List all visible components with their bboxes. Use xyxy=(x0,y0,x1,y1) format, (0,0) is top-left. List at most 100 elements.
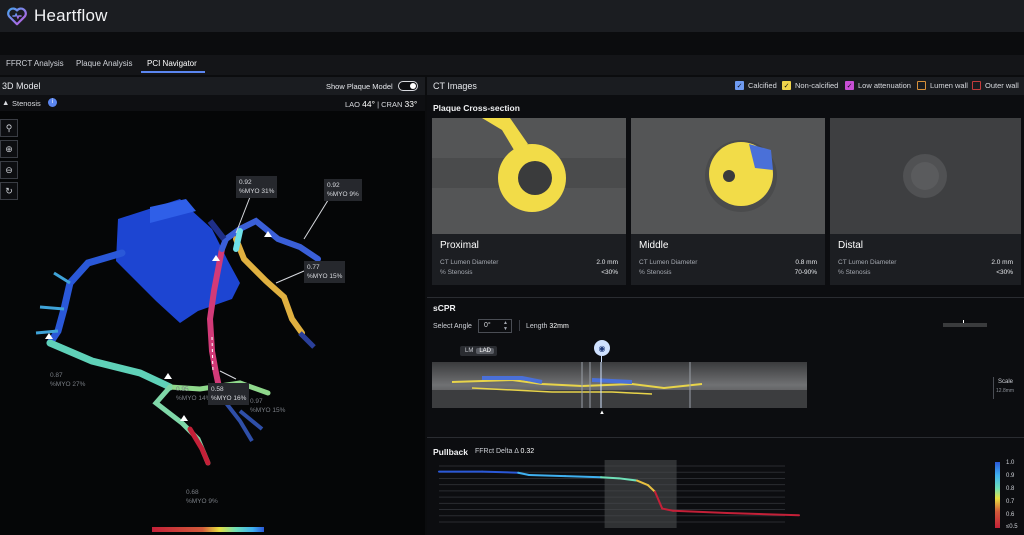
coronary-tree-render[interactable] xyxy=(0,111,425,535)
legend-lumen-wall[interactable]: Lumen wall xyxy=(917,81,968,90)
ffr-value: 0.77 xyxy=(307,264,320,271)
tab-ffrct-analysis[interactable]: FFRCT Analysis xyxy=(6,59,64,68)
stenosis-marker-icon: ▲ xyxy=(2,98,10,107)
pullback-line-segment xyxy=(672,509,728,515)
scpr-title: sCPR xyxy=(433,303,456,313)
stepper-down-icon[interactable]: ▼ xyxy=(503,326,508,332)
pullback-line-segment xyxy=(726,512,800,517)
angle-value: 0° xyxy=(484,322,491,329)
stenosis-marker-icon[interactable] xyxy=(180,415,188,421)
tab-plaque-analysis[interactable]: Plaque Analysis xyxy=(76,59,132,68)
pullback-chart[interactable] xyxy=(433,460,805,528)
stenosis-label: % Stenosis xyxy=(440,269,473,276)
vessel-label-lad-prox[interactable]: 0.92 %MYO 31% xyxy=(236,176,278,198)
ffr-value: 0.58 xyxy=(211,386,224,393)
cross-section-card-distal[interactable]: Distal CT Lumen Diameter 2.0 mm % Stenos… xyxy=(830,118,1021,285)
legend-outer-wall[interactable]: Outer wall xyxy=(972,81,1019,90)
calcified-checkbox[interactable]: ✓ xyxy=(735,81,744,90)
stenosis-row: % Stenosis 70-90% xyxy=(639,269,817,276)
legend-calcified[interactable]: ✓ Calcified xyxy=(735,81,777,90)
rca-proximal xyxy=(46,249,126,347)
stenosis-marker-icon[interactable] xyxy=(164,373,172,379)
pullback-highlight-region xyxy=(604,460,677,528)
show-plaque-toggle[interactable] xyxy=(398,81,418,91)
ct-panel-title: CT Images xyxy=(433,81,477,91)
pullback-line-segment xyxy=(564,475,602,479)
stenosis-row: % Stenosis <30% xyxy=(838,269,1013,276)
model-subheader: ▲ Stenosis i LAO 44° | CRAN 33° xyxy=(0,95,425,111)
low-attenuation-checkbox[interactable]: ✓ xyxy=(845,81,854,90)
lumen-label: CT Lumen Diameter xyxy=(440,259,499,266)
myo-value: %MYO 9% xyxy=(186,498,218,505)
legend-label: Low attenuation xyxy=(858,81,911,90)
vessel-label-rca[interactable]: 0.87 %MYO 27% xyxy=(50,371,85,389)
scpr-position-marker-icon: ▲ xyxy=(599,410,605,416)
vessel-tag-lm: LM xyxy=(465,348,474,354)
scale-tick: 0.8 xyxy=(1006,486,1015,492)
delta-label: FFRct Delta Δ xyxy=(475,448,519,455)
ffr-value: 0.97 xyxy=(250,398,263,405)
myo-value: %MYO 16% xyxy=(211,395,247,402)
active-tab-indicator xyxy=(141,71,205,73)
pullback-line-segment xyxy=(600,476,620,480)
ct-image-proximal xyxy=(432,118,626,234)
heart-logo-icon xyxy=(7,7,27,26)
stenosis-label: % Stenosis xyxy=(838,269,871,276)
pullback-color-scale xyxy=(995,462,1000,528)
vessel-label-pda[interactable]: 0.68 %MYO 9% xyxy=(186,488,218,506)
vessel-label-om[interactable]: 0.97 %MYO 15% xyxy=(250,397,285,415)
lao-label: LAO xyxy=(345,100,361,109)
info-icon[interactable]: i xyxy=(48,98,57,107)
cross-section-card-middle[interactable]: Middle CT Lumen Diameter 0.8 mm % Stenos… xyxy=(631,118,825,285)
angle-stepper[interactable]: 0° ▲ ▼ xyxy=(478,319,512,333)
main-tabs: FFRCT Analysis Plaque Analysis PCI Navig… xyxy=(0,55,1024,75)
cross-section-card-proximal[interactable]: Proximal CT Lumen Diameter 2.0 mm % Sten… xyxy=(432,118,626,285)
scale-tick: ≤0.5 xyxy=(1006,524,1018,530)
scpr-minimap[interactable] xyxy=(943,320,987,330)
vessel-label-lad-mid[interactable]: 0.58 %MYO 16% xyxy=(208,383,250,405)
legend-label: Lumen wall xyxy=(930,81,968,90)
vessel-label-pl[interactable]: 0.95 %MYO 14% xyxy=(176,385,211,403)
legend-label: Calcified xyxy=(748,81,777,90)
cran-value: 33° xyxy=(404,99,418,109)
outer-wall-checkbox[interactable] xyxy=(972,81,981,90)
cran-label: CRAN xyxy=(381,100,403,109)
lumen-label: CT Lumen Diameter xyxy=(838,259,897,266)
legend-low-attenuation[interactable]: ✓ Low attenuation xyxy=(845,81,911,90)
ffr-value: 0.92 xyxy=(327,182,340,189)
left-main xyxy=(233,228,243,252)
ffr-value: 0.68 xyxy=(186,489,199,496)
view-toggle-button[interactable]: ◉ xyxy=(594,340,610,356)
cross-section-title: Plaque Cross-section xyxy=(433,103,520,113)
tab-pci-navigator[interactable]: PCI Navigator xyxy=(147,59,197,68)
stenosis-label: % Stenosis xyxy=(639,269,672,276)
select-angle-label: Select Angle xyxy=(433,323,472,330)
vessel-tag-lad: LAD xyxy=(476,348,495,354)
non-calcified-checkbox[interactable]: ✓ xyxy=(782,81,791,90)
lumen-wall-checkbox[interactable] xyxy=(917,81,926,90)
lumen-diameter-row: CT Lumen Diameter 0.8 mm xyxy=(639,259,817,266)
toolbar-divider xyxy=(519,320,520,331)
label-leader xyxy=(275,270,305,284)
vessel-tag[interactable]: LM LAD xyxy=(460,346,497,356)
lumen-value: 0.8 mm xyxy=(795,259,817,266)
diagonal-distal xyxy=(298,331,316,349)
vessel-label-diagonal[interactable]: 0.77 %MYO 15% xyxy=(304,261,346,283)
scale-bar xyxy=(993,377,994,399)
card-title: Distal xyxy=(838,240,864,251)
legend-label: Non-calcified xyxy=(795,81,839,90)
scale-label: Scale xyxy=(998,379,1014,385)
stenosis-value: <30% xyxy=(996,269,1013,276)
app-logo[interactable]: Heartflow xyxy=(6,5,108,27)
lumen-diameter-row: CT Lumen Diameter 2.0 mm xyxy=(838,259,1013,266)
section-divider xyxy=(427,297,1024,298)
vessel-label-lcx[interactable]: 0.92 %MYO 9% xyxy=(324,179,362,201)
card-title: Middle xyxy=(639,240,669,251)
myo-value: %MYO 15% xyxy=(250,407,286,414)
legend-non-calcified[interactable]: ✓ Non-calcified xyxy=(782,81,838,90)
scpr-image[interactable] xyxy=(432,362,807,408)
label-leader xyxy=(303,196,331,240)
card-title: Proximal xyxy=(440,240,479,251)
lumen-value: 2.0 mm xyxy=(596,259,618,266)
lao-value: 44° xyxy=(362,99,375,109)
